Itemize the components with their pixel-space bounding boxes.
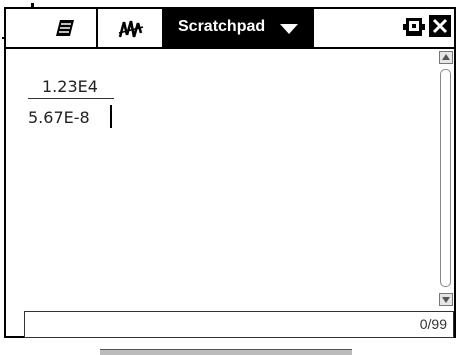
text-cursor bbox=[110, 105, 112, 128]
tab-graphs[interactable] bbox=[98, 9, 164, 47]
fraction-bar bbox=[28, 98, 114, 99]
scratchpad-work-area[interactable]: 1.23E4 5.67E-8 bbox=[6, 49, 436, 311]
history-count: 0/99 bbox=[419, 316, 447, 332]
close-button[interactable] bbox=[429, 15, 451, 37]
entry-line[interactable]: 0/99 bbox=[24, 311, 454, 338]
bottom-strip bbox=[100, 349, 352, 355]
scratchpad-screen: Scratchpad 1.23E4 5.67E-8 0/99 bbox=[2, 3, 456, 338]
scroll-down-icon[interactable] bbox=[439, 293, 453, 306]
dropdown-arrow-icon bbox=[280, 24, 298, 34]
scratchpad-title: Scratchpad bbox=[178, 18, 266, 35]
graph-icon bbox=[117, 17, 145, 43]
scroll-track[interactable] bbox=[440, 69, 451, 287]
tab-calculator[interactable] bbox=[32, 9, 98, 47]
top-bar: Scratchpad bbox=[6, 9, 454, 49]
vertical-scrollbar[interactable] bbox=[438, 49, 454, 311]
calculator-icon bbox=[51, 17, 77, 43]
fraction-denominator[interactable]: 5.67E-8 bbox=[28, 108, 90, 127]
scratchpad-menu-button[interactable]: Scratchpad bbox=[164, 9, 314, 47]
fraction-numerator[interactable]: 1.23E4 bbox=[42, 77, 98, 96]
scroll-up-icon[interactable] bbox=[439, 51, 453, 64]
doc-window-icon[interactable] bbox=[402, 16, 426, 42]
close-icon bbox=[432, 18, 448, 34]
